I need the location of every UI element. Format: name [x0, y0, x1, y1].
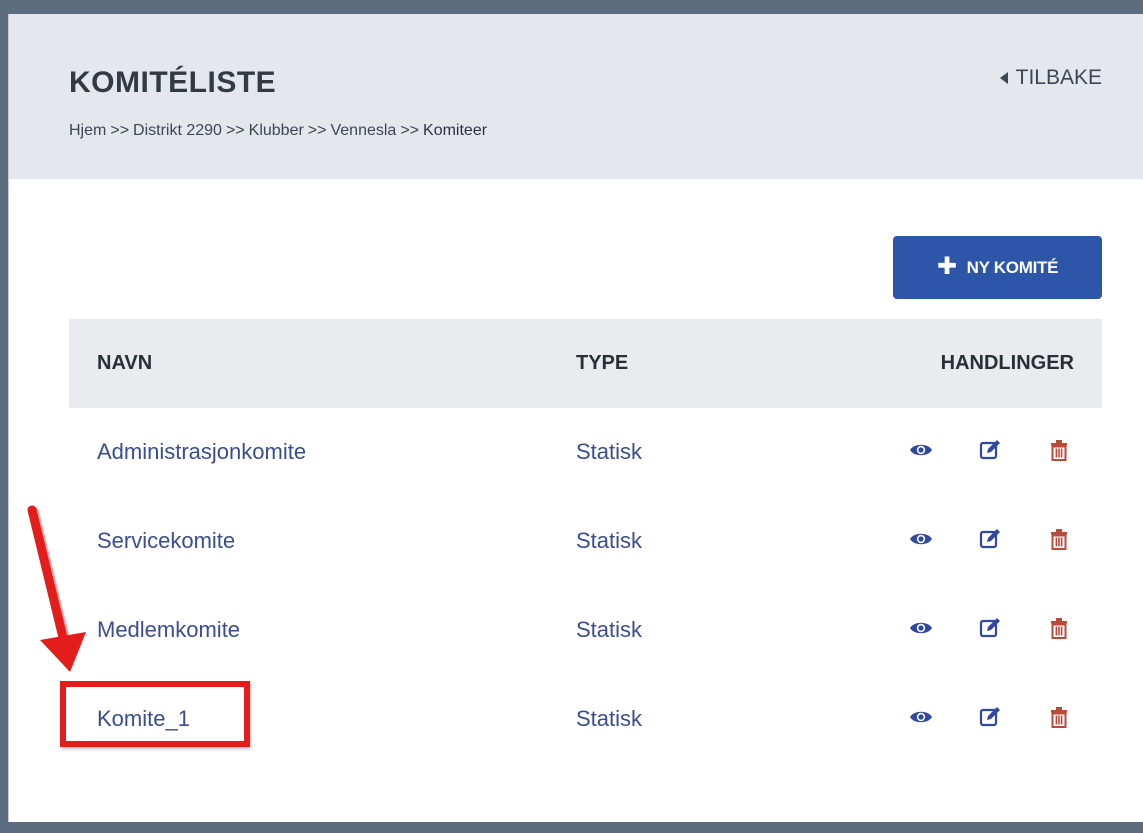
- column-header-name[interactable]: NAVN: [97, 352, 152, 375]
- eye-icon[interactable]: [909, 438, 933, 462]
- column-header-type[interactable]: TYPE: [576, 352, 628, 375]
- back-link[interactable]: TILBAKE: [999, 66, 1102, 90]
- main-panel: KOMITÉLISTE TILBAKE Hjem >> Distrikt 229…: [8, 14, 1143, 822]
- breadcrumb-separator: >>: [400, 122, 420, 139]
- committee-type: Statisk: [576, 528, 643, 553]
- breadcrumb-separator: >>: [110, 122, 130, 139]
- trash-icon[interactable]: [1047, 616, 1071, 640]
- committee-type: Statisk: [576, 706, 643, 731]
- breadcrumb-separator: >>: [225, 122, 245, 139]
- table-row: Administrasjonkomite Statisk: [69, 408, 1102, 497]
- edit-icon[interactable]: [978, 616, 1002, 640]
- committee-type: Statisk: [576, 439, 643, 464]
- committee-type: Statisk: [576, 617, 643, 642]
- table-row: Servicekomite Statisk: [69, 497, 1102, 586]
- back-link-label: TILBAKE: [1015, 66, 1102, 89]
- breadcrumb-item-district[interactable]: Distrikt 2290: [133, 122, 222, 140]
- edit-icon[interactable]: [978, 705, 1002, 729]
- row-actions: [909, 705, 1071, 729]
- page-header: KOMITÉLISTE TILBAKE Hjem >> Distrikt 229…: [9, 14, 1143, 179]
- caret-left-icon: [999, 72, 1008, 84]
- edit-icon[interactable]: [978, 438, 1002, 462]
- committee-name-link[interactable]: Administrasjonkomite: [97, 439, 306, 465]
- page-title: KOMITÉLISTE: [69, 66, 277, 99]
- plus-icon: ✚: [936, 252, 957, 280]
- breadcrumb-item-club[interactable]: Vennesla: [330, 122, 396, 140]
- table-row: Komite_1 Statisk: [69, 675, 1102, 764]
- row-actions: [909, 527, 1071, 551]
- table-row: Medlemkomite Statisk: [69, 586, 1102, 675]
- row-actions: [909, 438, 1071, 462]
- table-header: NAVN TYPE HANDLINGER: [69, 319, 1102, 408]
- committee-table: NAVN TYPE HANDLINGER Administrasjonkomit…: [69, 319, 1102, 764]
- breadcrumb-separator: >>: [307, 122, 327, 139]
- window-top-strip: [0, 0, 1143, 14]
- breadcrumb-item-clubs[interactable]: Klubber: [249, 122, 304, 140]
- column-header-actions: HANDLINGER: [940, 352, 1074, 374]
- trash-icon[interactable]: [1047, 527, 1071, 551]
- breadcrumb-item-home[interactable]: Hjem: [69, 122, 106, 140]
- committee-name-link[interactable]: Servicekomite: [97, 528, 235, 554]
- new-committee-button[interactable]: ✚ NY KOMITÉ: [893, 236, 1102, 299]
- breadcrumb: Hjem >> Distrikt 2290 >> Klubber >> Venn…: [69, 122, 487, 140]
- row-actions: [909, 616, 1071, 640]
- eye-icon[interactable]: [909, 705, 933, 729]
- trash-icon[interactable]: [1047, 705, 1071, 729]
- edit-icon[interactable]: [978, 527, 1002, 551]
- eye-icon[interactable]: [909, 527, 933, 551]
- committee-name-link[interactable]: Medlemkomite: [97, 617, 240, 643]
- committee-name-link[interactable]: Komite_1: [97, 706, 190, 732]
- eye-icon[interactable]: [909, 616, 933, 640]
- trash-icon[interactable]: [1047, 438, 1071, 462]
- breadcrumb-item-current: Komiteer: [423, 122, 488, 139]
- new-committee-button-label: NY KOMITÉ: [966, 257, 1059, 277]
